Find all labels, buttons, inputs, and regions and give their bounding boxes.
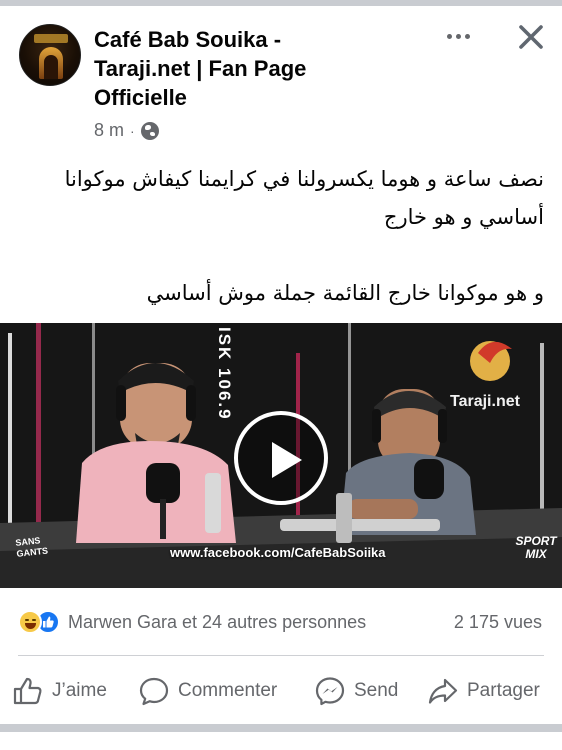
thumbs-up-icon <box>13 677 42 705</box>
top-separator <box>0 0 562 6</box>
brand-logo-text: Taraji.net <box>450 393 520 410</box>
messenger-icon <box>315 677 345 706</box>
corner-logo-right: SPORT MIX <box>515 534 557 561</box>
views-count[interactable]: 2 175 vues <box>454 612 542 633</box>
corner-logo-left: SANS GANTS <box>14 535 49 559</box>
close-icon[interactable] <box>514 20 548 54</box>
video-player[interactable]: ISK 106.9 Taraji.net SANS GANTS SPORT MI… <box>0 323 562 588</box>
like-button[interactable]: J’aime <box>12 676 107 706</box>
page-name-link[interactable]: Café Bab Souika - Taraji.net | Fan Page … <box>94 25 356 112</box>
avatar-door <box>44 55 58 79</box>
dot-icon <box>464 33 470 39</box>
post-timestamp[interactable]: 8 m <box>94 120 124 141</box>
post-text: نصف ساعة و هوما يكسرولنا في كرايمنا كيفا… <box>14 160 544 312</box>
share-button[interactable]: Partager <box>427 676 540 706</box>
more-options-button[interactable] <box>442 22 474 50</box>
post-text-line: أساسي و هو خارج <box>383 205 544 229</box>
send-label: Send <box>354 680 399 701</box>
post-meta: 8 m · <box>94 120 159 141</box>
bottom-separator <box>0 724 562 732</box>
post-text-line: نصف ساعة و هوما يكسرولنا في كرايمنا كيفا… <box>64 167 544 191</box>
play-button[interactable] <box>234 411 328 505</box>
like-label: J’aime <box>52 680 107 701</box>
video-overlay-url: www.facebook.com/CafeBabSoiika <box>170 545 386 560</box>
haha-icon <box>18 610 42 634</box>
comment-button[interactable]: Commenter <box>138 676 277 706</box>
share-icon <box>428 678 458 704</box>
avatar-sign <box>34 34 68 43</box>
post-text-line: و هو موكوانا خارج القائمة جملة موش أساسي <box>146 281 544 305</box>
divider <box>18 655 544 656</box>
dot-icon <box>446 33 452 39</box>
comment-icon <box>139 677 169 706</box>
share-label: Partager <box>467 680 540 701</box>
page-avatar[interactable] <box>19 24 81 86</box>
meta-separator: · <box>130 122 135 139</box>
station-text: ISK 106.9 <box>215 327 234 421</box>
comment-label: Commenter <box>178 680 278 701</box>
reactors-text[interactable]: Marwen Gara et 24 autres personnes <box>68 612 366 633</box>
play-icon <box>272 442 302 478</box>
globe-icon[interactable] <box>140 121 159 140</box>
reactions-summary[interactable]: Marwen Gara et 24 autres personnes <box>18 610 366 634</box>
dot-icon <box>455 33 461 39</box>
send-button[interactable]: Send <box>314 676 398 706</box>
